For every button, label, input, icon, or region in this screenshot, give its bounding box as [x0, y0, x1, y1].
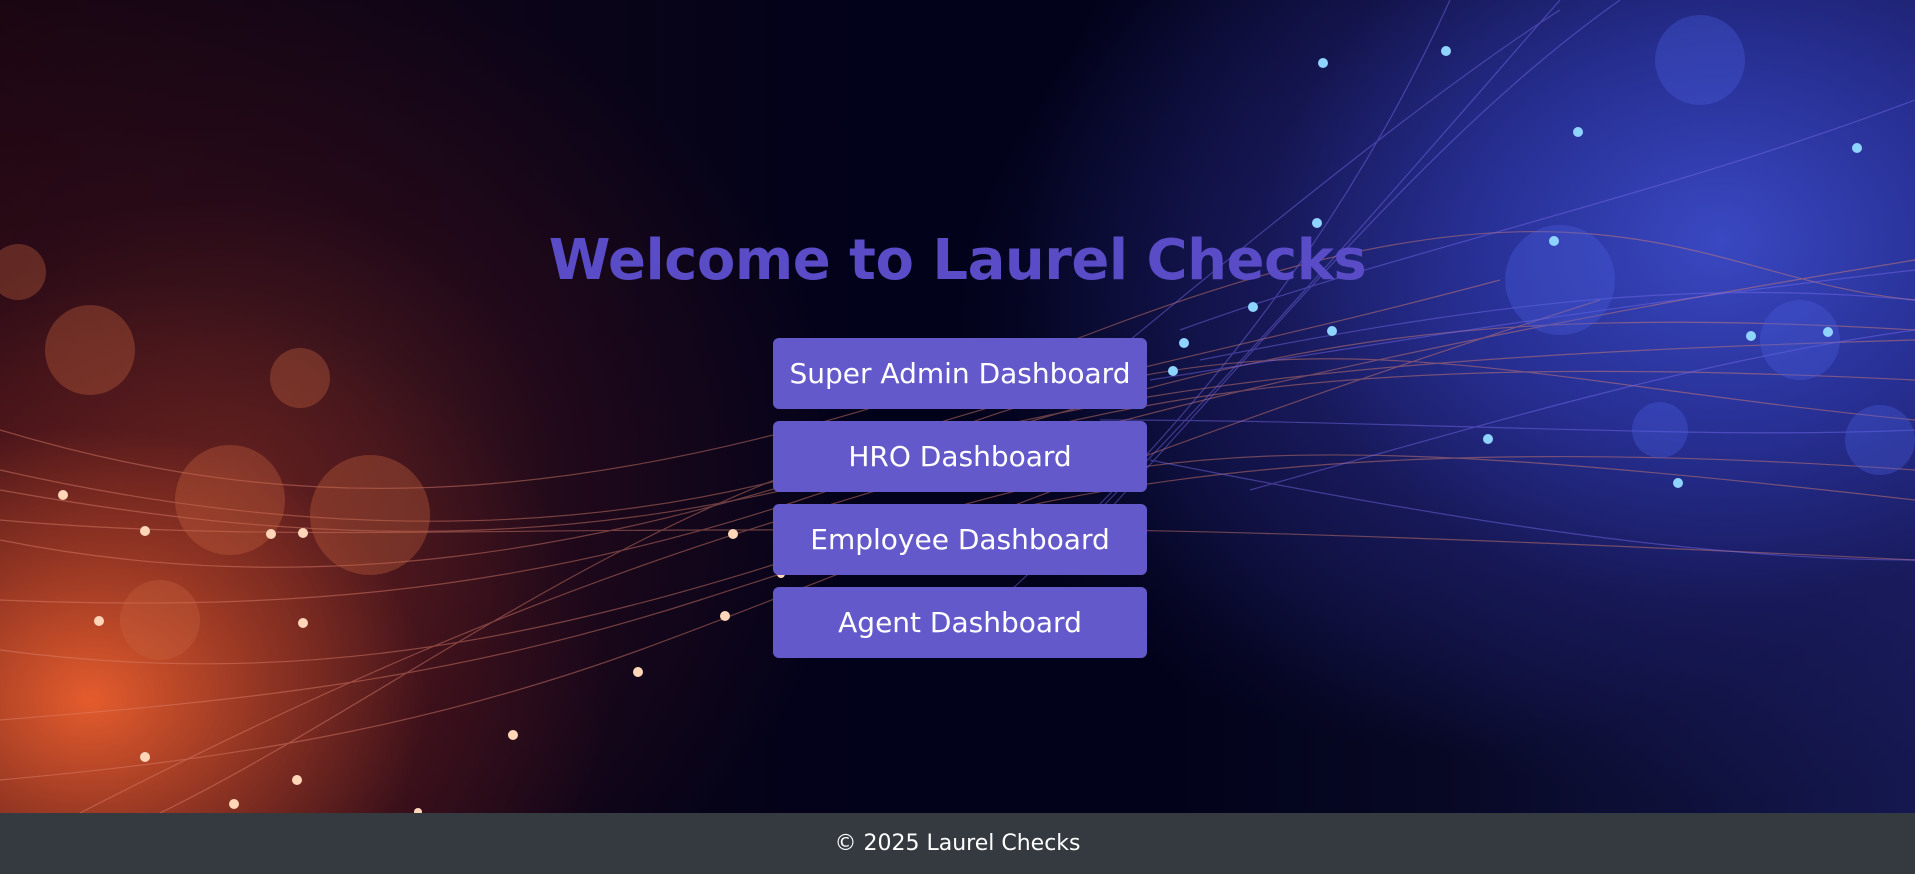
super-admin-dashboard-button[interactable]: Super Admin Dashboard	[773, 338, 1147, 409]
dashboard-button-group: Super Admin Dashboard HRO Dashboard Empl…	[773, 338, 1147, 658]
landing-page: Welcome to Laurel Checks Super Admin Das…	[0, 0, 1915, 874]
copyright-text: © 2025 Laurel Checks	[834, 831, 1081, 856]
employee-dashboard-button[interactable]: Employee Dashboard	[773, 504, 1147, 575]
page-title: Welcome to Laurel Checks	[548, 228, 1367, 293]
agent-dashboard-button[interactable]: Agent Dashboard	[773, 587, 1147, 658]
footer: © 2025 Laurel Checks	[0, 813, 1915, 874]
hro-dashboard-button[interactable]: HRO Dashboard	[773, 421, 1147, 492]
hero-background: Welcome to Laurel Checks Super Admin Das…	[0, 0, 1915, 813]
